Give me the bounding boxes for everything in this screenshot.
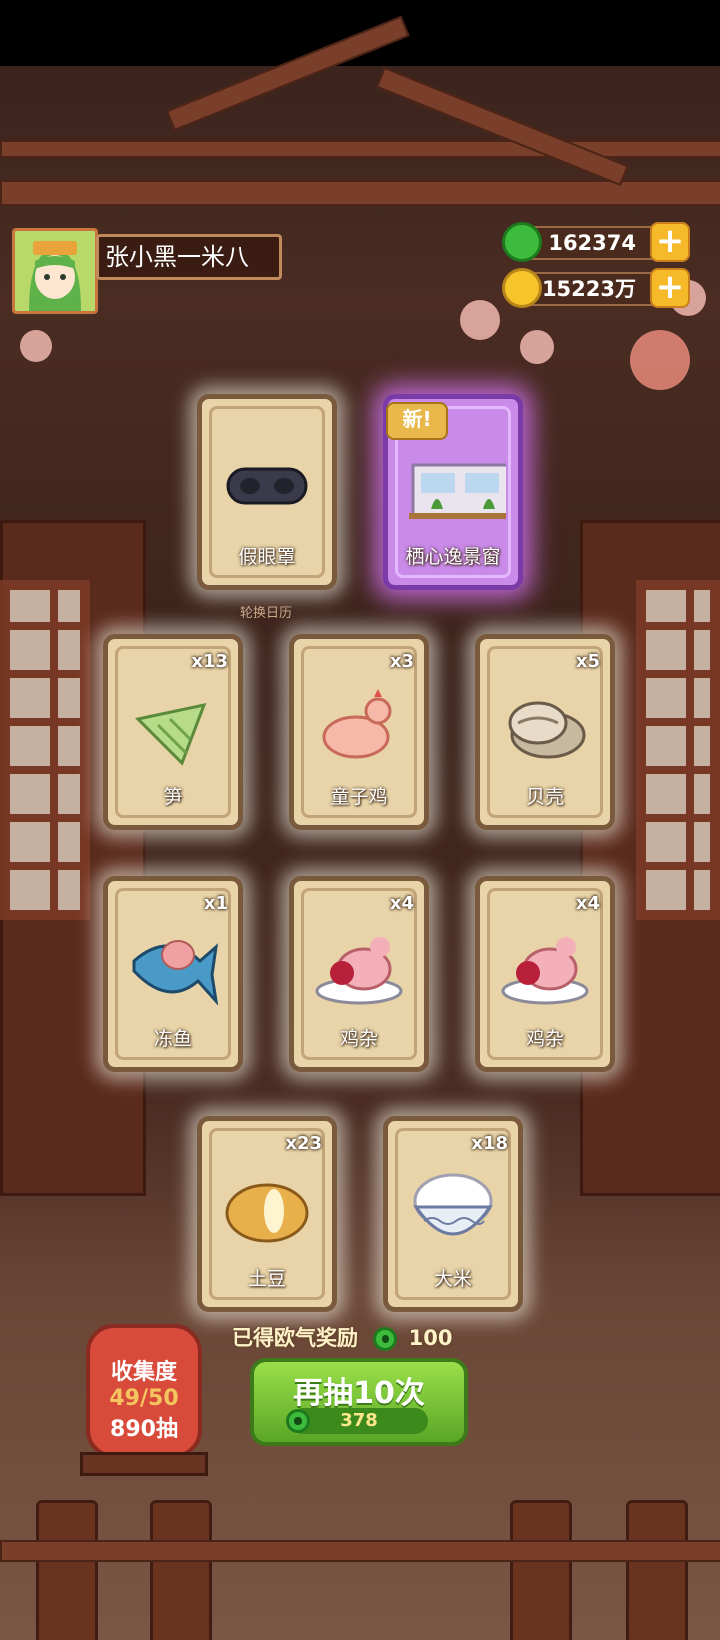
- collection-draws: 890抽: [110, 1417, 178, 1442]
- jade-amount: 162374: [548, 231, 636, 255]
- roof-beam: [0, 180, 720, 206]
- card-potato[interactable]: x23 土豆: [197, 1116, 337, 1312]
- luck-reward: 已得欧气奖励 100: [232, 1322, 492, 1356]
- item-count: x23: [285, 1133, 322, 1154]
- card-label: 土豆: [247, 1268, 286, 1290]
- jar-stand: [80, 1452, 208, 1476]
- add-jade-button[interactable]: +: [650, 222, 690, 262]
- card-eye-mask[interactable]: 假眼罩: [197, 394, 337, 590]
- reward-value: 100: [408, 1326, 453, 1350]
- card-label: 童子鸡: [330, 786, 388, 808]
- reward-label: 已得欧气奖励: [232, 1326, 358, 1350]
- jade-balance: 162374 +: [502, 222, 690, 262]
- frozen-fish-icon: [132, 940, 218, 1006]
- fence-post: [510, 1500, 572, 1640]
- card-rice[interactable]: x18 大米: [383, 1116, 523, 1312]
- roof-rafter-left: [165, 15, 410, 132]
- card-chicken-giblets[interactable]: x4 鸡杂: [475, 876, 615, 1072]
- calendar-label: 轮换日历: [240, 606, 293, 621]
- collection-progress: 49/50: [109, 1386, 179, 1411]
- rice-bowl-icon: [413, 1173, 493, 1236]
- jade-icon: [286, 1409, 310, 1433]
- jade-icon: [373, 1327, 398, 1351]
- roof-rafter-right: [375, 66, 629, 187]
- fence-post: [36, 1500, 98, 1640]
- fence-post: [626, 1500, 688, 1640]
- new-badge: 新!: [386, 402, 448, 440]
- card-frozen-fish[interactable]: x1 冻鱼: [103, 876, 243, 1072]
- draw-10-again-button[interactable]: 再抽10次 378: [250, 1358, 468, 1446]
- collection-progress-button[interactable]: 收集度 49/50 890抽: [86, 1324, 202, 1458]
- card-label: 鸡杂: [339, 1028, 378, 1050]
- coin-amount: 15223万: [541, 277, 636, 301]
- fence-post: [150, 1500, 212, 1640]
- item-count: x1: [203, 893, 228, 914]
- collection-title: 收集度: [110, 1360, 177, 1385]
- right-window-lattice: [636, 580, 720, 920]
- fence-rail: [0, 1540, 720, 1562]
- card-shell[interactable]: x5 贝壳: [475, 634, 615, 830]
- potato-icon: [225, 1183, 309, 1243]
- eye-mask-icon: [226, 467, 308, 505]
- player-avatar[interactable]: [12, 228, 98, 314]
- jade-icon: [502, 222, 542, 262]
- girl-avatar-icon: [15, 231, 95, 311]
- item-count: x4: [389, 893, 414, 914]
- card-spring-chicken[interactable]: x3 童子鸡: [289, 634, 429, 830]
- card-label: 栖心逸景窗: [405, 546, 501, 568]
- chicken-giblets-icon: [501, 937, 589, 1005]
- item-count: x13: [191, 651, 228, 672]
- coin-balance: 15223万 +: [502, 268, 690, 308]
- blossom: [460, 300, 500, 340]
- draw-cost: 378: [286, 1408, 428, 1434]
- coin-icon: [502, 268, 542, 308]
- draw-button-label: 再抽10次: [293, 1376, 425, 1411]
- item-count: x3: [389, 651, 414, 672]
- card-chicken-giblets[interactable]: x4 鸡杂: [289, 876, 429, 1072]
- bamboo-shoot-icon: [134, 702, 207, 766]
- spring-chicken-icon: [322, 689, 392, 759]
- blossom: [520, 330, 554, 364]
- add-coins-button[interactable]: +: [650, 268, 690, 308]
- card-label: 冻鱼: [153, 1028, 192, 1050]
- card-label: 鸡杂: [525, 1028, 564, 1050]
- card-label: 假眼罩: [238, 546, 296, 568]
- scenic-window-icon: [409, 463, 506, 519]
- card-label: 贝壳: [525, 786, 564, 808]
- player-name: 张小黑一米八: [96, 234, 282, 280]
- blossom: [20, 330, 52, 362]
- item-count: x5: [575, 651, 600, 672]
- roof-beam: [0, 140, 720, 158]
- shell-icon: [508, 701, 586, 759]
- card-bamboo-shoot[interactable]: x13 笋: [103, 634, 243, 830]
- card-label: 大米: [433, 1268, 472, 1290]
- left-window-lattice: [0, 580, 90, 920]
- card-label: 笋: [163, 786, 183, 808]
- item-count: x18: [471, 1133, 508, 1154]
- chicken-giblets-icon: [315, 937, 403, 1005]
- item-count: x4: [575, 893, 600, 914]
- blossom: [630, 330, 690, 390]
